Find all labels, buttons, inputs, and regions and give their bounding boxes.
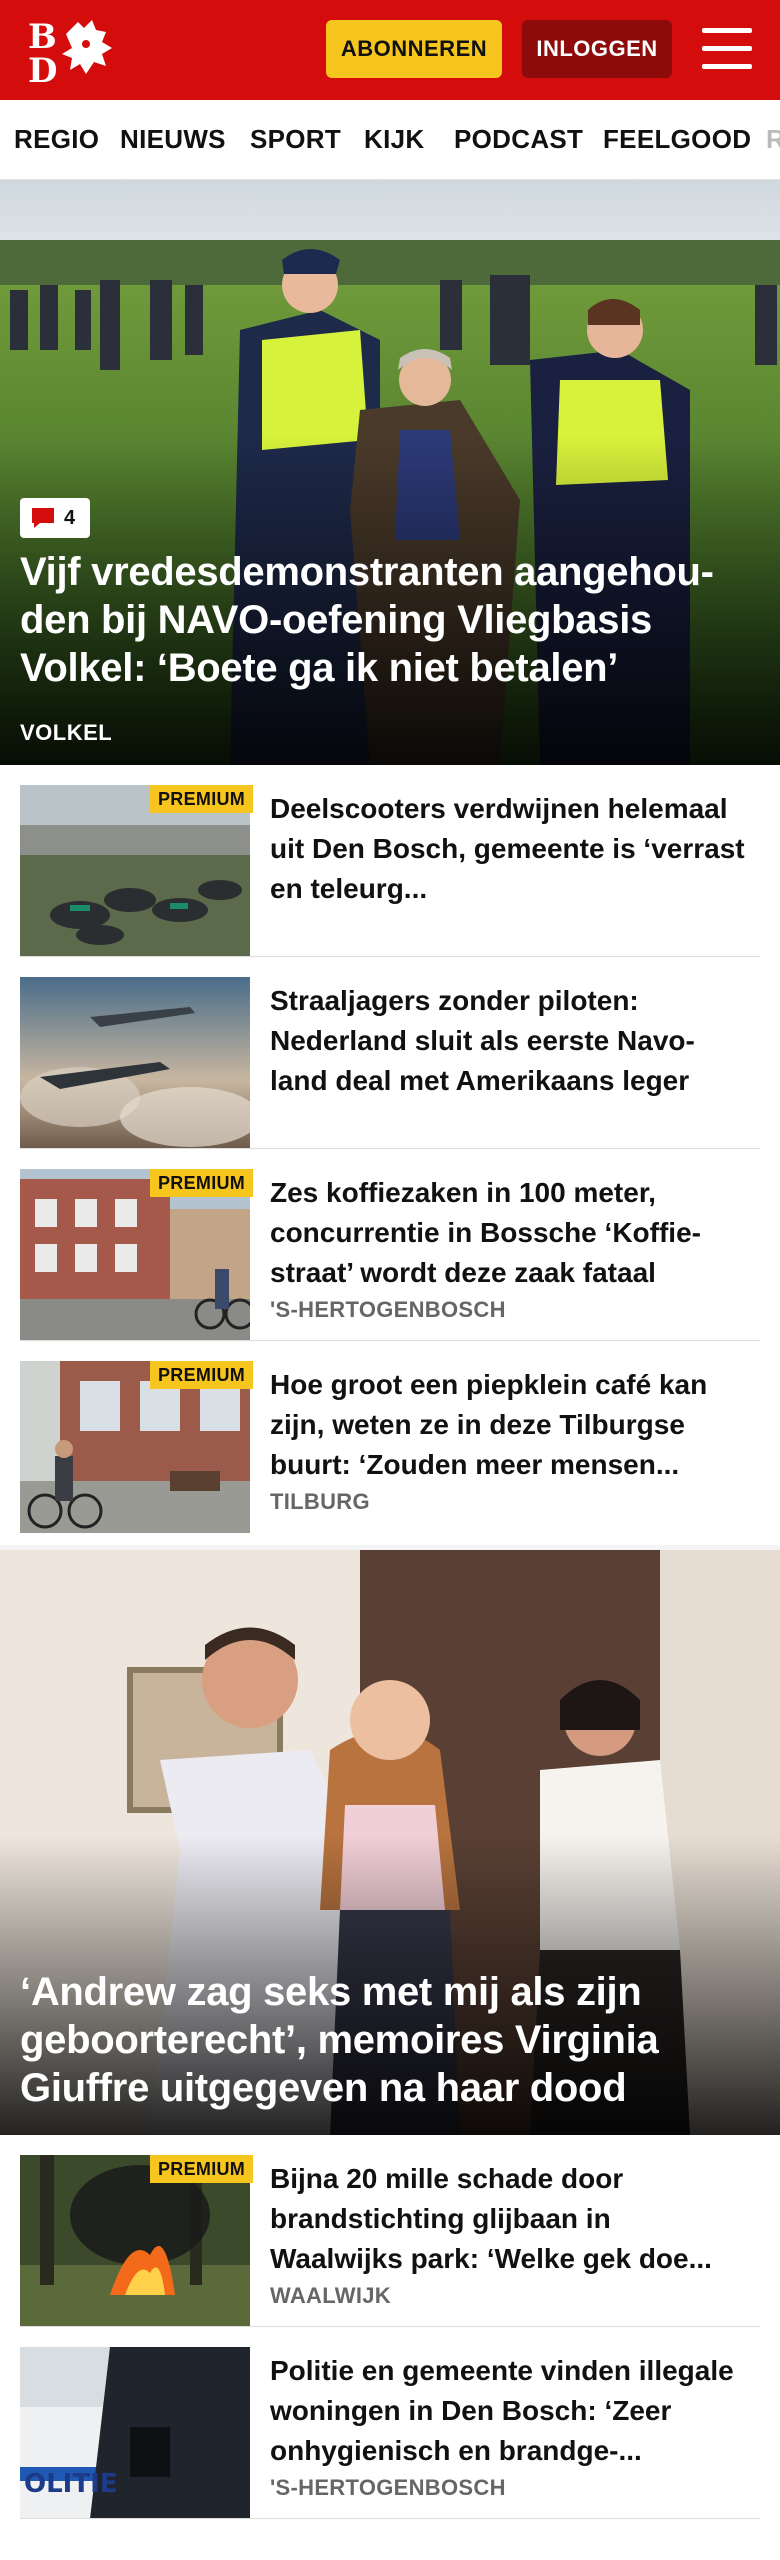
article-list-secondary: PREMIUM Bijna 20 mille schade door brand… xyxy=(0,2135,780,2560)
category-nav: REGIO NIEUWS SPORT KIJK PODCAST FEELGOOD… xyxy=(0,100,780,180)
hero-title[interactable]: Vijf vredesdemonstranten aangehou-den bi… xyxy=(20,548,760,692)
hero-location: VOLKEL xyxy=(20,720,113,745)
login-button[interactable]: INLOGGEN xyxy=(522,20,672,78)
subscribe-button[interactable]: ABONNEREN xyxy=(326,20,502,78)
article-title[interactable]: Zes koffiezaken in 100 meter, concurrent… xyxy=(270,1173,750,1293)
list-item[interactable]: PREMIUM Zes koffiezaken in 100 meter, co… xyxy=(20,1149,760,1341)
nav-item-podcast[interactable]: PODCAST xyxy=(454,124,583,155)
article-list: PREMIUM Deelscooters verdwijnen helemaal… xyxy=(0,765,780,1545)
nav-item-sport[interactable]: SPORT xyxy=(250,124,341,155)
list-item[interactable]: PREMIUM Hoe groot een piepklein café kan… xyxy=(20,1341,760,1533)
list-item[interactable]: PREMIUM Bijna 20 mille schade door brand… xyxy=(20,2135,760,2327)
nav-item-overflow[interactable]: R xyxy=(766,124,780,155)
premium-badge: PREMIUM xyxy=(150,2155,254,2183)
featured-article[interactable]: ‘Andrew zag seks met mij als zijn geboor… xyxy=(0,1550,780,2135)
nav-item-feelgood[interactable]: FEELGOOD xyxy=(603,124,751,155)
article-title[interactable]: Straaljagers zonder piloten: Nederland s… xyxy=(270,981,750,1101)
hero-article[interactable]: 4 Vijf vredesdemonstranten aangehou-den … xyxy=(0,180,780,765)
divider xyxy=(20,2518,760,2519)
article-title[interactable]: Politie en gemeente vinden illegale woni… xyxy=(270,2351,750,2471)
thumb-police-text: OLITIE xyxy=(24,2469,118,2499)
nav-item-kijk[interactable]: KIJK xyxy=(364,124,424,155)
hamburger-menu-icon[interactable] xyxy=(702,28,752,70)
article-location: 'S-HERTOGENBOSCH xyxy=(270,1297,506,1322)
comment-count-badge[interactable]: 4 xyxy=(20,498,90,538)
article-location: WAALWIJK xyxy=(270,2283,391,2308)
svg-text:D: D xyxy=(28,51,57,86)
article-thumbnail xyxy=(20,977,250,1149)
premium-badge: PREMIUM xyxy=(150,785,254,813)
featured-title[interactable]: ‘Andrew zag seks met mij als zijn geboor… xyxy=(20,1968,760,2112)
article-title[interactable]: Deelscooters verdwijnen helemaal uit Den… xyxy=(270,789,750,909)
comment-icon xyxy=(32,508,54,528)
premium-badge: PREMIUM xyxy=(150,1361,254,1389)
list-item[interactable]: Straaljagers zonder piloten: Nederland s… xyxy=(20,957,760,1149)
list-item[interactable]: OLITIE Politie en gemeente vinden illega… xyxy=(20,2327,760,2519)
article-thumbnail: OLITIE xyxy=(20,2347,250,2519)
article-title[interactable]: Bijna 20 mille schade door brandstichtin… xyxy=(270,2159,750,2279)
list-item[interactable]: PREMIUM Deelscooters verdwijnen helemaal… xyxy=(20,765,760,957)
comment-count: 4 xyxy=(64,506,76,529)
site-header: B D ABONNEREN INLOGGEN xyxy=(0,0,780,100)
article-title[interactable]: Hoe groot een piepklein café kan zijn, w… xyxy=(270,1365,750,1485)
nav-item-nieuws[interactable]: NIEUWS xyxy=(120,124,226,155)
premium-badge: PREMIUM xyxy=(150,1169,254,1197)
article-location: TILBURG xyxy=(270,1489,370,1514)
bd-logo[interactable]: B D xyxy=(26,14,118,91)
article-location: 'S-HERTOGENBOSCH xyxy=(270,2475,506,2500)
nav-item-regio[interactable]: REGIO xyxy=(14,124,99,155)
